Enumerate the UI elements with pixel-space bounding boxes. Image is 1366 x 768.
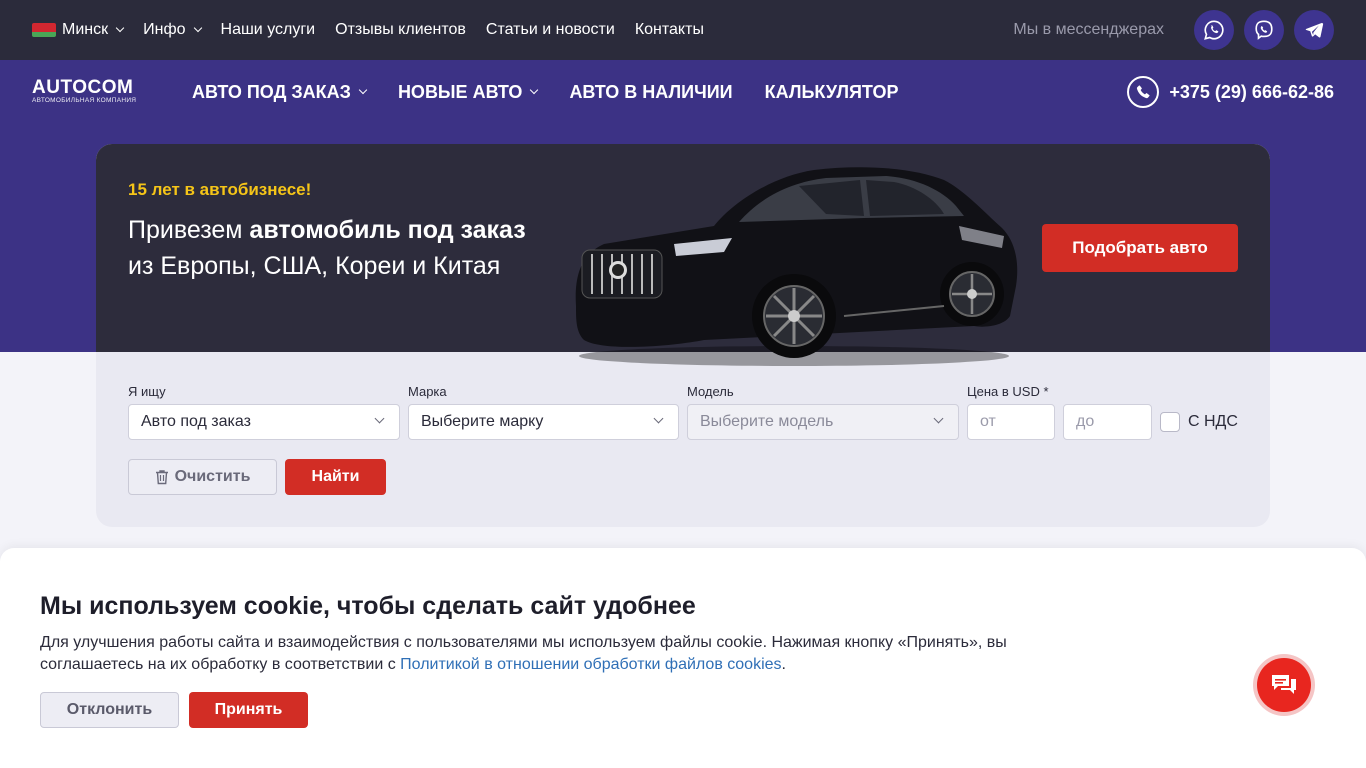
chevron-down-icon: [933, 413, 944, 424]
city-selector[interactable]: Минск: [32, 21, 125, 39]
hero-heading-part: из Европы, США, Кореи и Китая: [128, 252, 501, 280]
hero-heading-bold: автомобиль под заказ: [249, 216, 526, 244]
logo-subtitle: АВТОМОБИЛЬНАЯ КОМПАНИЯ: [32, 97, 137, 104]
top-bar: Минск Инфо Наши услуги Отзывы клиентов С…: [0, 0, 1366, 60]
pick-car-button[interactable]: Подобрать авто: [1042, 224, 1238, 272]
model-label: Модель: [687, 384, 734, 399]
telegram-button[interactable]: [1294, 10, 1334, 50]
chat-button[interactable]: [1253, 654, 1315, 716]
looking-select[interactable]: Авто под заказ: [128, 404, 400, 440]
price-label: Цена в USD *: [967, 384, 1049, 399]
chevron-down-icon: [530, 85, 539, 95]
contacts-link[interactable]: Контакты: [635, 21, 704, 39]
phone-link[interactable]: +375 (29) 666-62-86: [1127, 76, 1334, 108]
autocom-logo[interactable]: AUTOCOM АВТОМОБИЛЬНАЯ КОМПАНИЯ: [32, 77, 152, 105]
viber-icon: [1255, 20, 1273, 40]
hero-card: 15 лет в автобизнесе! Привезем автомобил…: [96, 144, 1270, 527]
brand-value: Выберите марку: [421, 413, 544, 430]
price-from-placeholder: от: [980, 413, 996, 430]
cookie-text-end: .: [781, 656, 786, 673]
city-label: Минск: [62, 21, 109, 38]
car-image: [575, 167, 1018, 366]
model-select[interactable]: Выберите модель: [687, 404, 959, 440]
info-menu[interactable]: Инфо: [143, 21, 202, 39]
phone-icon: [1127, 76, 1160, 108]
reviews-link[interactable]: Отзывы клиентов: [335, 21, 466, 39]
chevron-down-icon: [358, 85, 368, 95]
hero-heading-part: Привезем: [128, 216, 250, 244]
hero-tagline: 15 лет в автобизнесе!: [128, 180, 312, 199]
chat-button-inner: [1257, 658, 1311, 712]
looking-label: Я ищу: [128, 384, 166, 399]
chevron-down-icon: [193, 23, 202, 33]
looking-value: Авто под заказ: [141, 413, 251, 430]
nav-new-cars[interactable]: НОВЫЕ АВТО: [397, 81, 539, 103]
clear-button[interactable]: Очистить: [128, 459, 277, 495]
nav-order-car[interactable]: АВТО ПОД ЗАКАЗ: [192, 81, 368, 103]
cookie-text: Для улучшения работы сайта и взаимодейст…: [40, 632, 1040, 676]
clear-label: Очистить: [174, 468, 251, 485]
nav-calculator[interactable]: КАЛЬКУЛЯТОР: [765, 82, 899, 103]
price-to-input[interactable]: до: [1063, 404, 1152, 440]
cookie-title: Мы используем cookie, чтобы сделать сайт…: [40, 592, 696, 620]
cookie-banner: Мы используем cookie, чтобы сделать сайт…: [0, 548, 1366, 768]
whatsapp-icon: [1204, 20, 1224, 40]
belarus-flag-icon: [32, 23, 56, 37]
price-from-input[interactable]: от: [967, 404, 1055, 440]
vat-checkbox[interactable]: [1160, 412, 1180, 432]
vat-label: С НДС: [1188, 413, 1238, 430]
chevron-down-icon: [115, 23, 125, 33]
nav-new-cars-label: НОВЫЕ АВТО: [397, 81, 523, 102]
find-button[interactable]: Найти: [285, 459, 386, 495]
price-to-placeholder: до: [1076, 413, 1095, 430]
cookie-policy-link[interactable]: Политикой в отношении обработки файлов c…: [400, 656, 781, 673]
logo-text: AUTOCOM: [32, 77, 134, 98]
brand-select[interactable]: Выберите марку: [408, 404, 679, 440]
articles-link[interactable]: Статьи и новости: [486, 21, 615, 39]
telegram-icon: [1305, 22, 1324, 38]
whatsapp-button[interactable]: [1194, 10, 1234, 50]
model-value: Выберите модель: [700, 413, 834, 430]
phone-number: +375 (29) 666-62-86: [1169, 81, 1334, 102]
info-label: Инфо: [143, 21, 186, 38]
accept-button[interactable]: Принять: [189, 692, 308, 728]
nav-in-stock[interactable]: АВТО В НАЛИЧИИ: [569, 82, 732, 103]
chevron-down-icon: [653, 413, 664, 424]
nav-order-car-label: АВТО ПОД ЗАКАЗ: [192, 81, 351, 102]
brand-label: Марка: [408, 384, 447, 399]
services-link[interactable]: Наши услуги: [221, 21, 316, 39]
viber-button[interactable]: [1244, 10, 1284, 50]
messengers-label: Мы в мессенджерах: [1013, 21, 1164, 38]
chevron-down-icon: [374, 413, 385, 424]
chat-icon: [1272, 675, 1296, 694]
main-nav: AUTOCOM АВТОМОБИЛЬНАЯ КОМПАНИЯ АВТО ПОД …: [0, 60, 1366, 124]
decline-button[interactable]: Отклонить: [40, 692, 179, 728]
trash-icon: [155, 470, 168, 485]
hero-heading: Привезем автомобиль под заказ из Европы,…: [128, 212, 548, 284]
